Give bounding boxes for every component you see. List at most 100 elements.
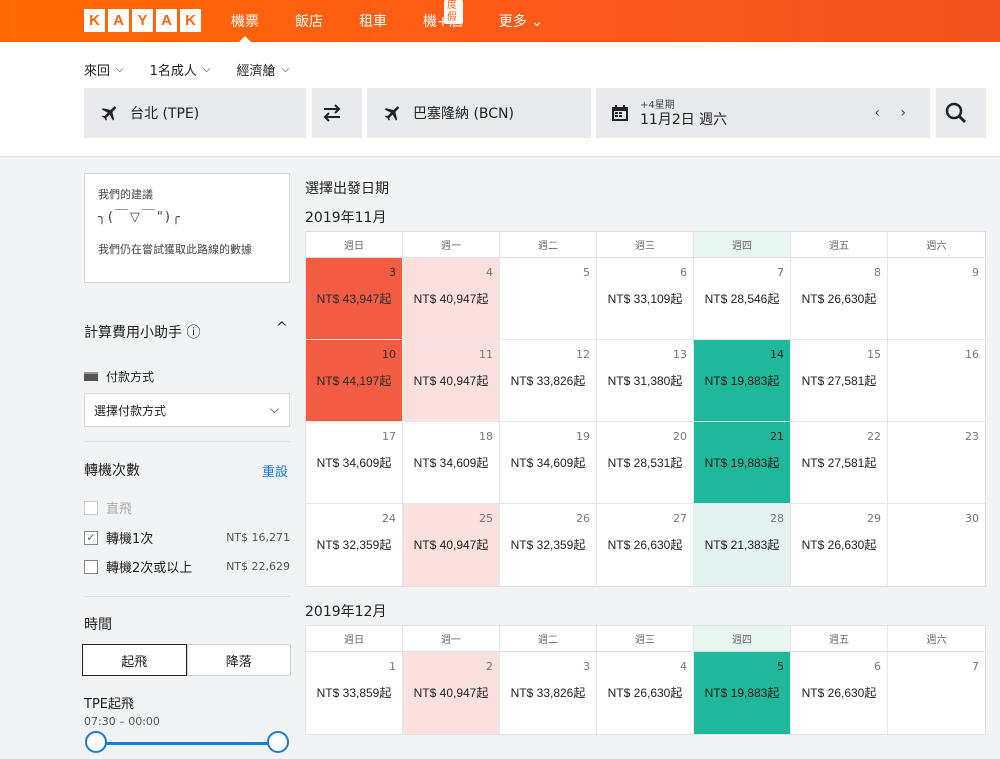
chevron-down-icon: ⌵ [269,402,279,416]
calendar-day[interactable]: 26 NT$ 32,359起 [500,504,597,586]
fee-helper-title[interactable]: 計算費用小助手 ⓘ [84,322,200,342]
payment-method-label: 付款方式 [84,368,154,385]
calendar-day[interactable]: 4 NT$ 40,947起 [403,258,500,339]
recommendation-box: 我們的建議 ╮(￣▽￣")╭ 我們仍在嘗試獲取此路線的數據 [84,173,290,283]
search-icon [945,102,967,124]
kayak-logo[interactable]: KAYAK [84,9,201,32]
day-number: 4 [680,660,687,673]
calendar-day[interactable]: 6 NT$ 26,630起 [791,652,888,734]
day-number: 21 [770,430,784,443]
tab-departure[interactable]: 起飛 [82,644,187,676]
day-number: 22 [867,430,881,443]
divider [84,441,290,442]
tab-arrival[interactable]: 降落 [186,644,291,676]
top-nav-bar: KAYAK 機票 飯店 租車 機+酒 度假 更多 ⌄ [0,0,1000,42]
search-button[interactable] [936,88,986,138]
origin-value: 台北 (TPE) [130,106,200,122]
month-calendar: 週日 週一 週二 週三 週四 週五 週六 3 NT$ 43,947起 4 NT$ 40,947起 5 6… [305,231,986,587]
day-price: NT$ 21,383起 [704,538,780,552]
calendar-day[interactable]: 5 NT$ 19,883起 [694,652,791,734]
calendar-day[interactable]: 15 NT$ 27,581起 [791,340,888,421]
calendar-day[interactable]: 3 NT$ 33,826起 [500,652,597,734]
calendar-day[interactable]: 17 NT$ 34,609起 [306,422,403,503]
nav-item-1[interactable]: 飯店 [295,0,323,42]
calendar-day[interactable]: 29 NT$ 26,630起 [791,504,888,586]
calendar-day[interactable]: 20 NT$ 28,531起 [597,422,694,503]
date-nav-arrows[interactable]: ‹ › [874,105,914,121]
calendar-day[interactable]: 25 NT$ 40,947起 [403,504,500,586]
nav-item-2[interactable]: 租車 [359,0,387,42]
stops-option[interactable]: 轉機2次或以上 NT$ 22,629 [84,557,290,576]
cabin-dropdown[interactable]: 經濟艙 ⌵ [236,60,289,79]
weekday-label: 週二 [500,626,597,651]
divider [84,596,290,597]
calendar-day[interactable]: 22 NT$ 27,581起 [791,422,888,503]
calendar-day[interactable]: 11 NT$ 40,947起 [403,340,500,421]
nav-item-label: 機票 [231,14,259,30]
calendar-day[interactable]: 12 NT$ 33,826起 [500,340,597,421]
day-number: 18 [479,430,493,443]
calendar-day[interactable]: 1 NT$ 33,859起 [306,652,403,734]
trip-type-dropdown[interactable]: 來回 ⌵ [84,60,124,79]
calendar-day[interactable]: 30 [888,504,985,586]
weekday-label: 週六 [926,241,947,252]
nav-item-4[interactable]: 更多 ⌄ [499,0,543,42]
collapse-icon[interactable]: ^ [276,320,288,336]
calendar-day[interactable]: 21 NT$ 19,883起 [694,422,791,503]
day-price: NT$ 19,883起 [704,686,780,700]
calendar-day[interactable]: 5 [500,258,597,339]
time-slider-max-handle[interactable] [267,731,289,753]
calendar-day[interactable]: 2 NT$ 40,947起 [403,652,500,734]
calendar-day[interactable]: 28 NT$ 21,383起 [694,504,791,586]
calendar-day[interactable]: 13 NT$ 31,380起 [597,340,694,421]
day-price: NT$ 34,609起 [316,456,392,470]
destination-value: 巴塞隆納 (BCN) [413,106,514,122]
stops-title: 轉機次數 [84,463,140,479]
destination-field[interactable]: 巴塞隆納 (BCN) [367,88,591,138]
calendar-day[interactable]: 9 [888,258,985,339]
calendar-day[interactable]: 24 NT$ 32,359起 [306,504,403,586]
weekday-label: 週日 [306,232,403,257]
calendar-day[interactable]: 6 NT$ 33,109起 [597,258,694,339]
calendar-day[interactable]: 16 [888,340,985,421]
day-price: NT$ 33,859起 [316,686,392,700]
payment-method-select[interactable]: 選擇付款方式 ⌵ [84,393,290,427]
calendar-week-row: 17 NT$ 34,609起 18 NT$ 34,609起 19 NT$ 34,609起 2… [306,422,985,504]
calendar-day[interactable]: 10 NT$ 44,197起 [306,340,403,421]
calendar-week-row: 1 NT$ 33,859起 2 NT$ 40,947起 3 NT$ 33,826起 4 NT$… [306,652,985,734]
day-price: NT$ 26,630起 [801,538,877,552]
nav-item-0[interactable]: 機票 [231,0,259,42]
day-price: NT$ 26,630起 [607,538,683,552]
checkbox[interactable] [84,559,98,574]
time-slider-track[interactable] [96,742,278,745]
calendar-day[interactable]: 7 [888,652,985,734]
passengers-dropdown[interactable]: 1名成人 ⌵ [150,60,211,79]
search-options: 來回 ⌵ 1名成人 ⌵ 經濟艙 ⌵ [84,60,315,79]
nav-badge: 度假 [444,0,463,24]
calendar-day[interactable]: 23 [888,422,985,503]
departure-date-field[interactable]: +4星期 11月2日 週六 ‹ › [596,88,930,138]
calendar-day[interactable]: 4 NT$ 26,630起 [597,652,694,734]
day-price: NT$ 32,359起 [510,538,586,552]
calendar-day[interactable]: 18 NT$ 34,609起 [403,422,500,503]
time-slider-min-handle[interactable] [85,731,107,753]
nav-item-3[interactable]: 機+酒 度假 [423,0,463,42]
calendar-day[interactable]: 19 NT$ 34,609起 [500,422,597,503]
logo-letter: K [84,9,105,32]
time-title: 時間 [84,617,112,633]
calendar-day[interactable]: 27 NT$ 26,630起 [597,504,694,586]
calendar-day[interactable]: 3 NT$ 43,947起 [306,258,403,339]
day-number: 2 [486,660,493,673]
calendar-day[interactable]: 7 NT$ 28,546起 [694,258,791,339]
reset-stops-link[interactable]: 重設 [262,461,288,480]
day-number: 26 [576,512,590,525]
swap-button[interactable] [312,88,362,138]
calendar-day[interactable]: 14 NT$ 19,883起 [694,340,791,421]
checkbox[interactable]: ✓ [84,530,98,545]
day-number: 20 [673,430,687,443]
calendar-day[interactable]: 8 NT$ 26,630起 [791,258,888,339]
day-price: NT$ 40,947起 [413,538,489,552]
month-calendar: 週日 週一 週二 週三 週四 週五 週六 1 NT$ 33,859起 2 NT$ 40,947起 3 N… [305,625,986,735]
origin-field[interactable]: 台北 (TPE) [84,88,306,138]
stops-option[interactable]: ✓ 轉機1次 NT$ 16,271 [84,528,290,547]
